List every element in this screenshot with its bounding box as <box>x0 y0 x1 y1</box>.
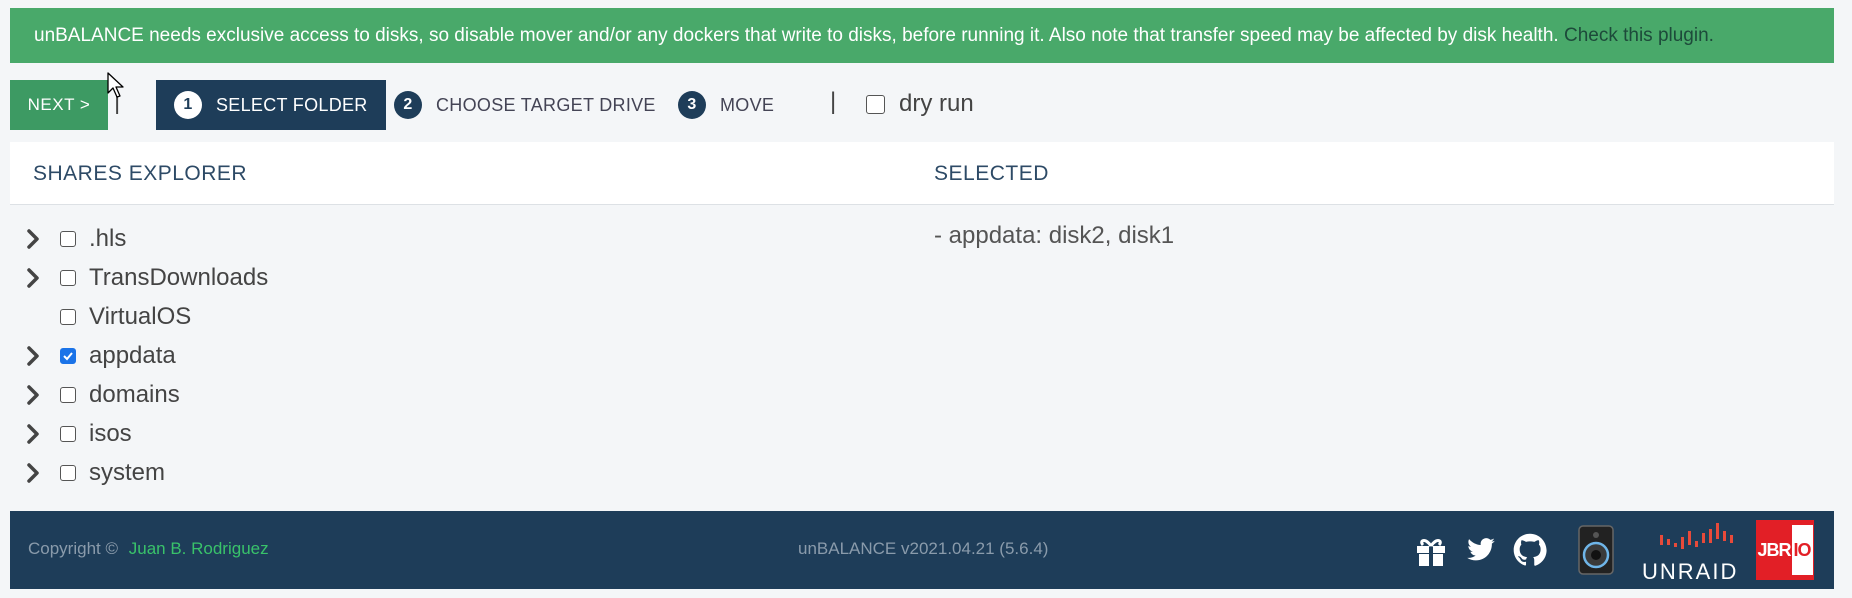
share-name: domains <box>89 380 180 408</box>
footer: Copyright © Juan B. Rodriguez unBALANCE … <box>10 511 1834 589</box>
share-checkbox[interactable] <box>60 308 76 325</box>
share-row-hls: .hls <box>10 219 268 258</box>
jbrio-text: JBR <box>1757 539 1791 560</box>
copyright: Copyright © Juan B. Rodriguez <box>28 539 269 559</box>
selected-title: SELECTED <box>934 162 1049 185</box>
share-name: TransDownloads <box>89 263 269 291</box>
check-plugin-link[interactable]: Check this plugin. <box>1564 25 1714 46</box>
chevron-right-icon[interactable] <box>26 462 42 483</box>
step-toolbar: NEXT > | 1 SELECT FOLDER 2 CHOOSE TARGET… <box>10 78 1834 130</box>
banner-message: unBALANCE needs exclusive access to disk… <box>34 25 1559 46</box>
toolbar-separator: | <box>830 88 837 115</box>
share-checkbox[interactable] <box>60 464 76 481</box>
chevron-right-icon[interactable] <box>26 267 42 288</box>
share-name: .hls <box>89 224 127 252</box>
step-move[interactable]: 3 MOVE <box>678 80 774 130</box>
step-label: MOVE <box>720 94 775 115</box>
share-row-domains: domains <box>10 375 268 414</box>
mouse-cursor-icon <box>107 72 124 98</box>
dry-run-checkbox[interactable] <box>866 94 885 114</box>
share-name: appdata <box>89 341 176 369</box>
chevron-right-icon[interactable] <box>26 228 42 249</box>
step-select-folder[interactable]: 1 SELECT FOLDER <box>156 80 386 130</box>
step-choose-target-drive[interactable]: 2 CHOOSE TARGET DRIVE <box>394 80 656 130</box>
share-checkbox[interactable] <box>60 230 76 247</box>
share-checkbox[interactable] <box>60 269 76 286</box>
share-name: system <box>89 458 166 486</box>
check-icon <box>63 351 73 360</box>
share-row-appdata: appdata <box>10 336 268 375</box>
selected-item: - appdata: disk2, disk1 <box>934 222 1175 249</box>
step-label: SELECT FOLDER <box>216 94 368 115</box>
speaker-icon[interactable] <box>1578 525 1614 575</box>
author-link[interactable]: Juan B. Rodriguez <box>129 539 269 558</box>
step-label: CHOOSE TARGET DRIVE <box>436 94 656 115</box>
share-row-system: system <box>10 453 268 492</box>
share-checkbox[interactable] <box>60 386 76 403</box>
shares-tree: .hls TransDownloads VirtualOS appdata do… <box>10 219 268 492</box>
share-row-virtualos: VirtualOS <box>10 297 268 336</box>
step-number: 2 <box>394 91 422 119</box>
chevron-right-icon[interactable] <box>26 423 42 444</box>
version-text: unBALANCE v2021.04.21 (5.6.4) <box>798 539 1049 558</box>
share-checkbox[interactable] <box>60 425 76 442</box>
share-row-isos: isos <box>10 414 268 453</box>
share-name: VirtualOS <box>89 302 192 330</box>
twitter-icon[interactable] <box>1464 535 1498 565</box>
unraid-logo-text: UNRAID <box>1642 559 1739 584</box>
next-button[interactable]: NEXT > <box>10 80 108 130</box>
warning-banner: unBALANCE needs exclusive access to disk… <box>10 8 1834 63</box>
jbrio-logo[interactable]: JBR IO <box>1756 520 1814 580</box>
unraid-logo[interactable] <box>1658 517 1748 555</box>
dry-run-label: dry run <box>899 90 974 117</box>
share-checkbox[interactable] <box>60 347 76 364</box>
share-name: isos <box>89 419 132 447</box>
github-icon[interactable] <box>1513 533 1547 567</box>
chevron-right-icon[interactable] <box>26 384 42 405</box>
copyright-label: Copyright © <box>28 539 119 558</box>
step-number: 1 <box>174 91 202 119</box>
dry-run-toggle[interactable]: dry run <box>866 90 974 118</box>
panel-header: SHARES EXPLORER SELECTED <box>10 142 1834 205</box>
chevron-right-icon[interactable] <box>26 345 42 366</box>
gift-icon[interactable] <box>1414 535 1448 567</box>
share-row-transdownloads: TransDownloads <box>10 258 268 297</box>
jbrio-io-text: IO <box>1791 525 1813 575</box>
step-number: 3 <box>678 91 706 119</box>
shares-explorer-title: SHARES EXPLORER <box>33 162 248 185</box>
